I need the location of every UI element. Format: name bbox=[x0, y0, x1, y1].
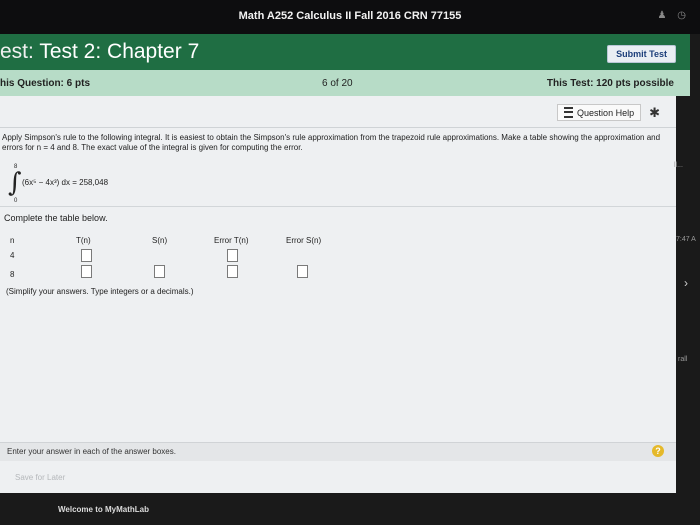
help-circle-icon[interactable]: ? bbox=[652, 445, 664, 457]
side-time: 7:47 A bbox=[676, 236, 696, 243]
answer-hint-bar: Enter your answer in each of the answer … bbox=[0, 442, 676, 461]
help-row: Question Help ✱ bbox=[557, 104, 660, 121]
submit-test-button[interactable]: Submit Test bbox=[607, 45, 676, 63]
tn-4-input[interactable] bbox=[81, 249, 92, 262]
sn-8-input[interactable] bbox=[154, 265, 165, 278]
clock-icon: ◷ bbox=[677, 10, 686, 21]
problem-instructions: Apply Simpson's rule to the following in… bbox=[2, 133, 661, 152]
welcome-text: Welcome to MyMathLab bbox=[58, 505, 149, 514]
divider bbox=[0, 127, 676, 128]
row-n-value: 8 bbox=[10, 270, 15, 279]
question-help-button[interactable]: Question Help bbox=[557, 104, 642, 121]
side-ellipsis: ll... bbox=[674, 162, 683, 169]
integral-lower-limit: 0 bbox=[14, 198, 18, 204]
question-help-label: Question Help bbox=[577, 107, 635, 118]
question-panel: Question Help ✱ Apply Simpson's rule to … bbox=[0, 96, 676, 493]
column-header-error-tn: Error T(n) bbox=[214, 236, 249, 245]
integral-sign-icon: ∫ bbox=[8, 168, 22, 198]
column-header-tn: T(n) bbox=[76, 236, 91, 245]
question-progress: 6 of 20 bbox=[322, 78, 353, 89]
course-title: Math A252 Calculus II Fall 2016 CRN 7715… bbox=[238, 10, 462, 22]
simplify-note: (Simplify your answers. Type integers or… bbox=[6, 287, 194, 296]
course-title-bar: Math A252 Calculus II Fall 2016 CRN 7715… bbox=[0, 0, 700, 34]
column-header-error-sn: Error S(n) bbox=[286, 236, 322, 245]
integral-expression: 8 ∫ 0 (6x⁵ − 4x³) dx = 258,048 bbox=[8, 164, 208, 206]
divider bbox=[0, 206, 676, 207]
question-info-bar: his Question: 6 pts 6 of 20 This Test: 1… bbox=[0, 70, 690, 96]
side-label: rall bbox=[678, 356, 688, 363]
chevron-right-icon[interactable]: › bbox=[684, 276, 688, 290]
integrand: (6x⁵ − 4x³) dx = 258,048 bbox=[22, 178, 109, 187]
question-points: his Question: 6 pts bbox=[0, 78, 91, 89]
complete-table-prompt: Complete the table below. bbox=[4, 213, 108, 223]
error-tn-4-input[interactable] bbox=[227, 249, 238, 262]
test-points: This Test: 120 pts possible bbox=[546, 78, 674, 89]
row-n-value: 4 bbox=[10, 251, 15, 260]
status-icons: ♟ ◷ bbox=[650, 10, 686, 21]
answer-hint: Enter your answer in each of the answer … bbox=[7, 447, 176, 456]
error-tn-8-input[interactable] bbox=[227, 265, 238, 278]
error-sn-8-input[interactable] bbox=[297, 265, 308, 278]
test-title-text: Test 2: Chapter 7 bbox=[39, 40, 200, 63]
test-title: est: Test 2: Chapter 7 bbox=[0, 40, 199, 64]
test-title-prefix: est: bbox=[0, 40, 34, 63]
column-header-sn: S(n) bbox=[152, 236, 168, 245]
column-header-n: n bbox=[10, 236, 15, 245]
list-icon bbox=[564, 107, 574, 118]
user-icon: ♟ bbox=[657, 10, 667, 21]
tn-8-input[interactable] bbox=[81, 265, 92, 278]
gear-icon[interactable]: ✱ bbox=[649, 105, 660, 121]
save-for-later-button[interactable]: Save for Later bbox=[15, 473, 65, 482]
test-header: est: Test 2: Chapter 7 Submit Test bbox=[0, 34, 690, 70]
